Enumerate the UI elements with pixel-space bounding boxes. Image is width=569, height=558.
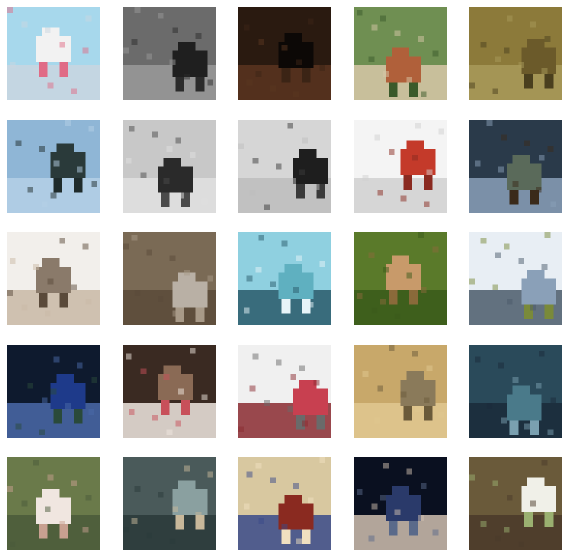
image-tile-airplane xyxy=(354,457,447,550)
dog-thumbnail xyxy=(123,345,216,438)
image-tile-airplane xyxy=(7,7,100,100)
image-tile-ship xyxy=(469,345,562,438)
image-tile-deer xyxy=(354,232,447,325)
image-tile-dog xyxy=(123,345,216,438)
image-tile-horse xyxy=(123,232,216,325)
automobile-thumbnail xyxy=(7,345,100,438)
deer-thumbnail xyxy=(469,7,562,100)
cat-thumbnail xyxy=(7,457,100,550)
image-tile-automobile xyxy=(238,120,331,213)
image-tile-deer xyxy=(469,120,562,213)
image-tile-automobile xyxy=(7,345,100,438)
image-tile-bird xyxy=(469,457,562,550)
image-tile-horse xyxy=(354,7,447,100)
ship-thumbnail xyxy=(469,345,562,438)
deer-thumbnail xyxy=(354,345,447,438)
deer-thumbnail xyxy=(123,7,216,100)
dog-thumbnail xyxy=(7,232,100,325)
horse-thumbnail xyxy=(354,7,447,100)
bird-thumbnail xyxy=(469,457,562,550)
horse-thumbnail xyxy=(123,232,216,325)
image-tile-deer xyxy=(123,7,216,100)
truck-thumbnail xyxy=(354,120,447,213)
image-tile-truck xyxy=(354,120,447,213)
image-tile-truck xyxy=(238,457,331,550)
image-tile-bird xyxy=(123,120,216,213)
airplane-thumbnail xyxy=(354,457,447,550)
image-tile-deer xyxy=(469,7,562,100)
automobile-thumbnail xyxy=(469,232,562,325)
image-tile-cat xyxy=(7,457,100,550)
deer-thumbnail xyxy=(469,120,562,213)
cat-thumbnail xyxy=(238,7,331,100)
airplane-thumbnail xyxy=(7,7,100,100)
image-tile-cat xyxy=(238,7,331,100)
image-tile-airplane xyxy=(7,120,100,213)
truck-thumbnail xyxy=(238,457,331,550)
deer-thumbnail xyxy=(354,232,447,325)
image-tile-ship xyxy=(238,232,331,325)
automobile-thumbnail xyxy=(238,345,331,438)
bird-thumbnail xyxy=(123,120,216,213)
image-tile-automobile xyxy=(469,232,562,325)
ship-thumbnail xyxy=(238,232,331,325)
image-tile-deer xyxy=(354,345,447,438)
image-grid xyxy=(7,7,563,555)
automobile-thumbnail xyxy=(238,120,331,213)
airplane-thumbnail xyxy=(123,457,216,550)
airplane-thumbnail xyxy=(7,120,100,213)
image-tile-dog xyxy=(7,232,100,325)
image-tile-automobile xyxy=(238,345,331,438)
image-tile-airplane xyxy=(123,457,216,550)
